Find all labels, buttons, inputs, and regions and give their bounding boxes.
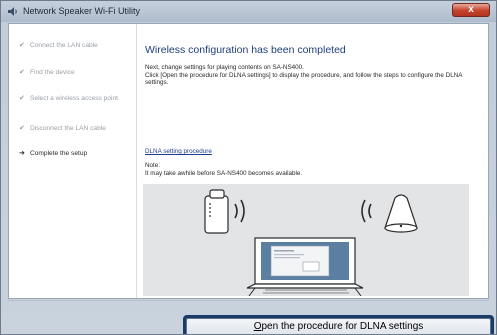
checkmark-icon: ✔: [19, 69, 25, 76]
checkmark-icon: ✔: [19, 125, 25, 132]
wireless-waves-icon: [361, 199, 372, 223]
wireless-waves-icon: [234, 199, 245, 223]
checkmark-icon: ✔: [19, 95, 25, 102]
window-title: Network Speaker Wi-Fi Utility: [23, 6, 141, 16]
open-dlna-procedure-button-face[interactable]: Open the procedure for DLNA settings: [186, 318, 491, 334]
button-accelerator-key: O: [253, 321, 262, 332]
speaker-app-icon: [8, 7, 17, 16]
dlna-procedure-link[interactable]: DLNA setting procedure: [145, 148, 212, 155]
router-icon: [204, 189, 229, 234]
network-speaker-illustration: [204, 189, 418, 296]
step-label: Complete the setup: [30, 150, 88, 157]
footer-divider: [8, 300, 489, 301]
note-block: Note: It may take awhile before SA-NS400…: [145, 162, 475, 177]
step-label: Select a wireless access point: [30, 95, 118, 102]
setup-illustration: [143, 184, 469, 296]
note-body: It may take awhile before SA-NS400 becom…: [145, 169, 303, 177]
step-label: Find the device: [30, 69, 75, 76]
button-label: pen the procedure for DLNA settings: [261, 321, 424, 332]
note-title: Note:: [145, 162, 161, 169]
main-panel: Wireless configuration has been complete…: [137, 24, 488, 298]
close-icon: x: [468, 4, 474, 15]
page-title: Wireless configuration has been complete…: [145, 44, 346, 56]
utility-window: Network Speaker Wi-Fi Utility x ✔ Connec…: [0, 0, 497, 335]
open-dlna-procedure-button[interactable]: Open the procedure for DLNA settings: [183, 315, 494, 334]
step-label: Disconnect the LAN cable: [30, 125, 106, 132]
arrow-right-icon: ➜: [19, 150, 25, 157]
instructions-line-1: Next, change settings for playing conten…: [145, 64, 304, 71]
checkmark-icon: ✔: [19, 42, 25, 49]
instructions-line-2: Click [Open the procedure for DLNA setti…: [145, 71, 463, 87]
close-button[interactable]: x: [452, 3, 490, 17]
speaker-icon: [384, 194, 418, 233]
steps-sidebar: ✔ Connect the LAN cable ✔ Find the devic…: [9, 24, 137, 298]
wizard-client-area: ✔ Connect the LAN cable ✔ Find the devic…: [8, 23, 489, 299]
title-bar[interactable]: Network Speaker Wi-Fi Utility x: [1, 1, 496, 22]
step-label: Connect the LAN cable: [30, 42, 98, 49]
laptop-icon: [246, 237, 364, 296]
instructions-text: Next, change settings for playing conten…: [145, 64, 485, 87]
